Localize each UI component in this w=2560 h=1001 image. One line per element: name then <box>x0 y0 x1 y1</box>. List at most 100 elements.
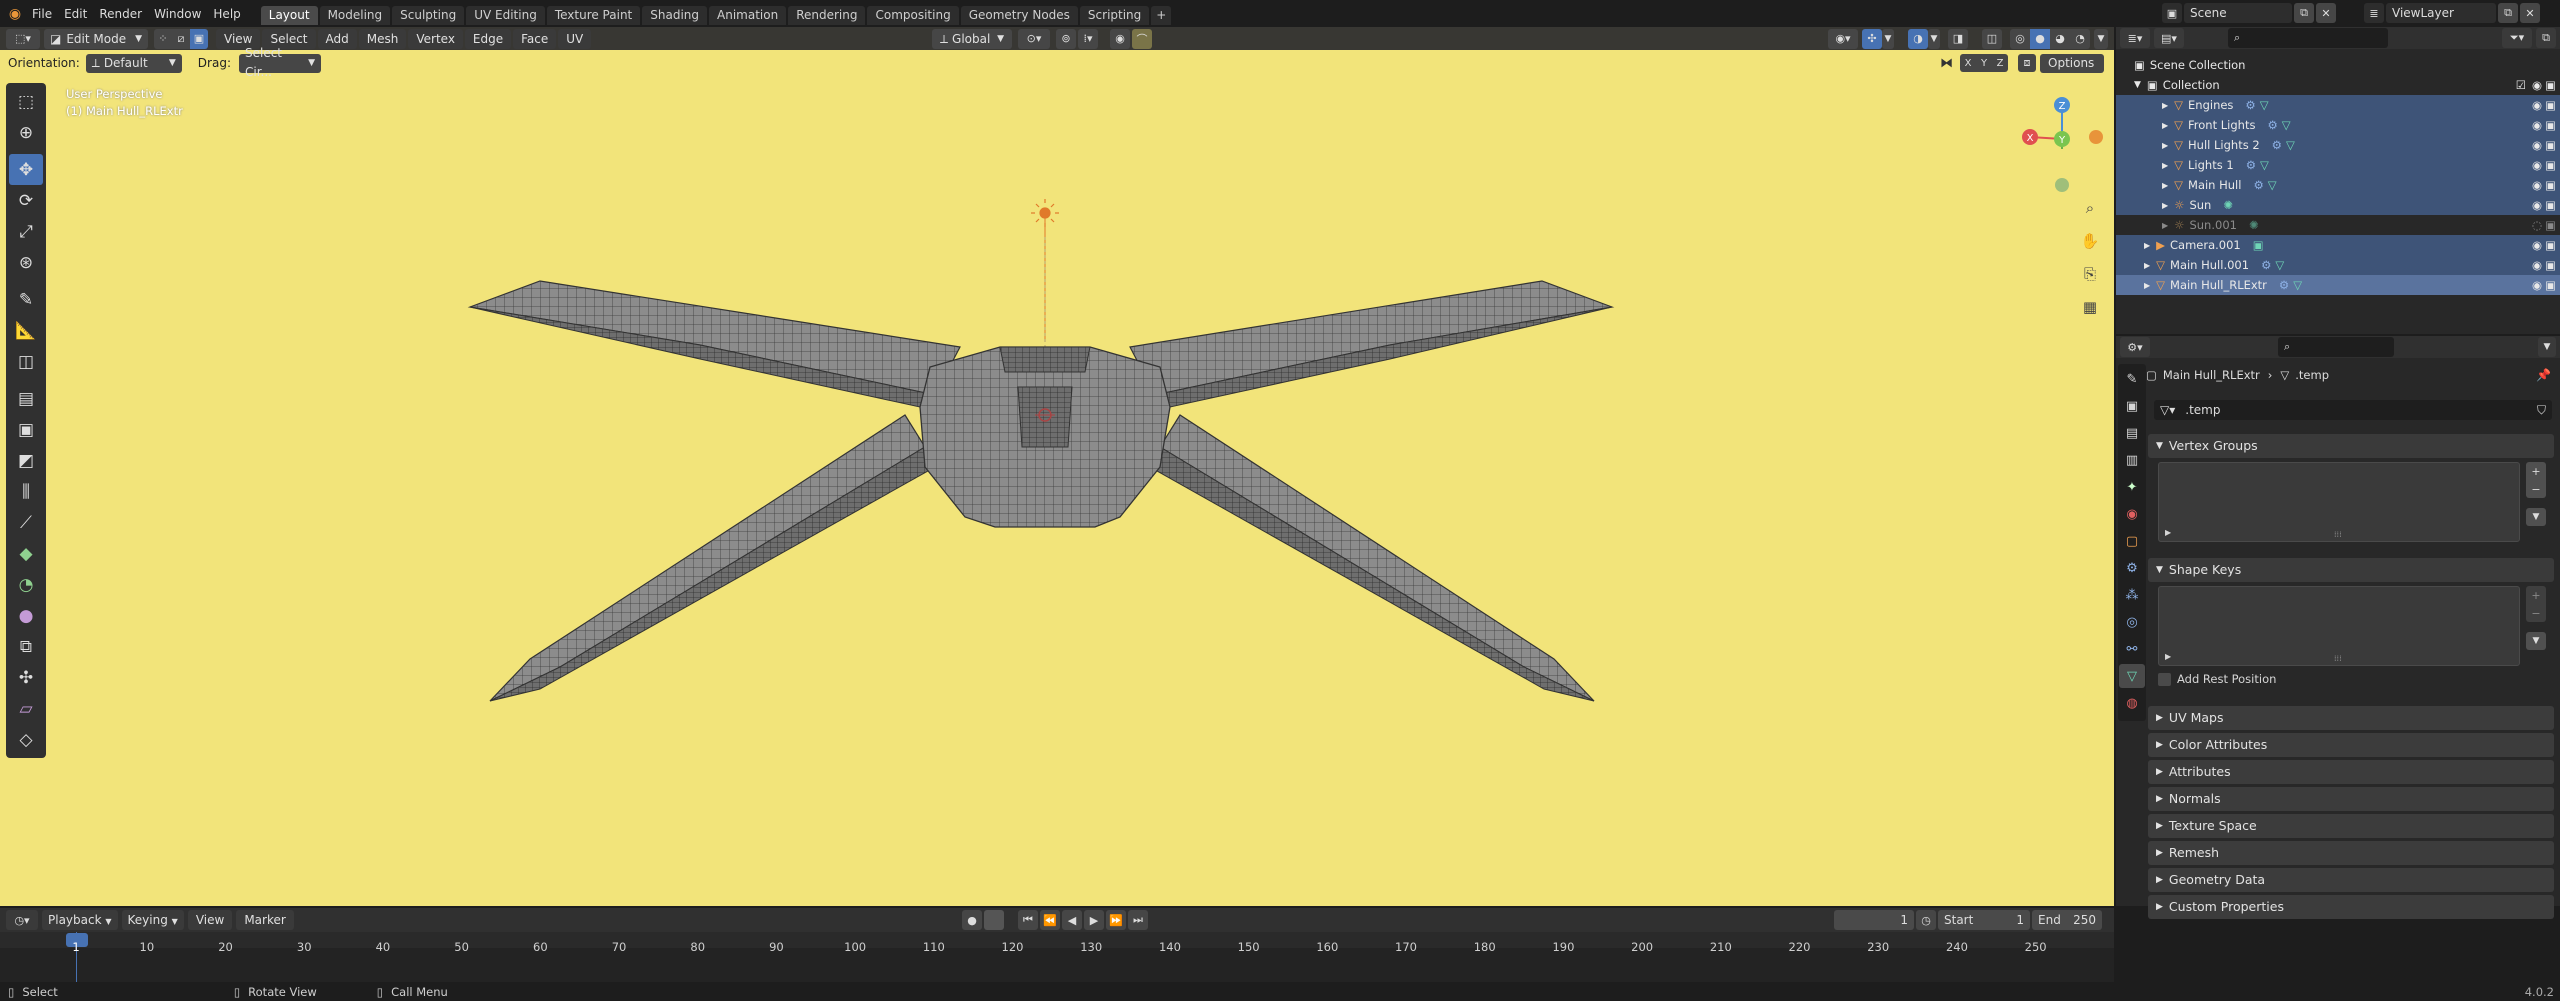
eye-icon[interactable]: ◉ <box>2532 258 2542 272</box>
view-layer-icon[interactable]: ≣ <box>2364 3 2384 23</box>
delete-scene-icon[interactable]: ✕ <box>2316 3 2336 23</box>
camera-render-icon[interactable]: ▣ <box>2545 278 2556 292</box>
blender-logo-icon[interactable]: ◉ <box>4 6 26 22</box>
camera-render-icon[interactable]: ▣ <box>2545 258 2556 272</box>
remove-vertex-group-button[interactable]: − <box>2526 480 2546 498</box>
panel-attributes[interactable]: ▶ Attributes <box>2148 760 2554 784</box>
eye-icon[interactable]: ◉ <box>2532 198 2542 212</box>
auto-key-dropdown-icon[interactable] <box>984 910 1004 930</box>
datablock-field[interactable]: ▽▾ .temp ⛉ <box>2154 400 2552 420</box>
play-icon[interactable]: ▶ <box>1084 910 1104 930</box>
panel-texture-space[interactable]: ▶ Texture Space <box>2148 814 2554 838</box>
menu-window[interactable]: Window <box>148 5 207 23</box>
outliner-item-main-hull[interactable]: ▶ ▽ Main Hull ⚙ ▽ ◉ ▣ <box>2116 175 2560 195</box>
expand-arrow-icon[interactable]: ▼ <box>2134 80 2141 90</box>
record-icon[interactable]: ● <box>962 910 982 930</box>
mesh-model[interactable] <box>0 27 2114 906</box>
eye-icon[interactable]: ◉ <box>2532 178 2542 192</box>
panel-geometry-data[interactable]: ▶ Geometry Data <box>2148 868 2554 892</box>
camera-render-icon[interactable]: ▣ <box>2545 238 2556 252</box>
camera-render-icon[interactable]: ▣ <box>2545 178 2556 192</box>
tab-layout[interactable]: Layout <box>260 6 318 25</box>
preview-range-icon[interactable]: ◷ <box>1916 910 1936 930</box>
properties-editor-type-icon[interactable]: ⚙▾ <box>2120 337 2150 357</box>
scene-icon[interactable]: ▣ <box>2162 3 2182 23</box>
zoom-icon[interactable]: ⌕ <box>2078 199 2102 223</box>
options-chevron-icon[interactable]: ▼ <box>2538 337 2556 357</box>
navigation-gizmo[interactable]: Z X Y <box>2016 87 2104 197</box>
3d-viewport[interactable]: ⬚▾ ◪ Edit Mode ▼ ⁘ ⧄ ▣ View Select Add M… <box>0 27 2114 906</box>
play-reverse-icon[interactable]: ◀ <box>1062 910 1082 930</box>
scene-field[interactable]: Scene <box>2184 3 2292 23</box>
panel-uv-maps[interactable]: ▶ UV Maps <box>2148 706 2554 730</box>
menu-keying[interactable]: Keying ▼ <box>121 910 184 930</box>
resize-grip-icon[interactable]: ⁞⁞⁞ <box>2334 530 2342 539</box>
eye-closed-icon[interactable]: ◌ <box>2532 218 2542 232</box>
outliner-editor-type-icon[interactable]: ≣▾ <box>2120 28 2150 48</box>
expand-arrow-icon[interactable]: ▶ <box>2144 241 2150 250</box>
pan-hand-icon[interactable]: ✋ <box>2078 232 2102 256</box>
camera-view-icon[interactable]: ⎘ <box>2078 265 2102 289</box>
next-keyframe-icon[interactable]: ⏩ <box>1106 910 1126 930</box>
add-rest-position-checkbox[interactable] <box>2158 672 2171 686</box>
tab-shading[interactable]: Shading <box>642 6 707 25</box>
expand-arrow-icon[interactable]: ▶ <box>2144 261 2150 270</box>
menu-file[interactable]: File <box>26 5 58 23</box>
eye-icon[interactable]: ◉ <box>2532 98 2542 112</box>
eye-icon[interactable]: ◉ <box>2532 278 2542 292</box>
menu-marker[interactable]: Marker <box>236 910 294 930</box>
render-tab-icon[interactable]: ▣ <box>2119 394 2145 418</box>
panel-normals[interactable]: ▶ Normals <box>2148 787 2554 811</box>
new-view-layer-icon[interactable]: ⧉ <box>2498 3 2518 23</box>
new-scene-icon[interactable]: ⧉ <box>2294 3 2314 23</box>
tab-compositing[interactable]: Compositing <box>867 6 959 25</box>
camera-render-icon[interactable]: ▣ <box>2545 118 2556 132</box>
eye-icon[interactable]: ◉ <box>2532 118 2542 132</box>
eye-icon[interactable]: ◉ <box>2532 78 2542 92</box>
expand-arrow-icon[interactable]: ▶ <box>2162 101 2168 110</box>
outliner-item-front-lights[interactable]: ▶ ▽ Front Lights ⚙ ▽ ◉ ▣ <box>2116 115 2560 135</box>
jump-end-icon[interactable]: ⏭ <box>1128 910 1148 930</box>
outliner-scene-collection[interactable]: ▣ Scene Collection <box>2116 55 2560 75</box>
vertex-groups-list[interactable]: ▶ ⁞⁞⁞ <box>2158 462 2520 542</box>
ortho-grid-icon[interactable]: ▦ <box>2078 298 2102 322</box>
tab-geometry-nodes[interactable]: Geometry Nodes <box>960 6 1078 25</box>
outliner-item-lights-1[interactable]: ▶ ▽ Lights 1 ⚙ ▽ ◉ ▣ <box>2116 155 2560 175</box>
expand-arrow-icon[interactable]: ▶ <box>2162 161 2168 170</box>
outliner-search-input[interactable]: ⌕ <box>2228 28 2388 48</box>
jump-start-icon[interactable]: ⏮ <box>1018 910 1038 930</box>
expand-arrow-icon[interactable]: ▶ <box>2162 141 2168 150</box>
expand-arrow-icon[interactable]: ▶ <box>2144 281 2150 290</box>
camera-render-icon[interactable]: ▣ <box>2545 198 2556 212</box>
panel-remesh[interactable]: ▶ Remesh <box>2148 841 2554 865</box>
fake-user-icon[interactable]: ⛉ <box>2537 400 2546 420</box>
current-frame-field[interactable]: 1 <box>1834 910 1914 930</box>
outliner-item-hull-lights-2[interactable]: ▶ ▽ Hull Lights 2 ⚙ ▽ ◉ ▣ <box>2116 135 2560 155</box>
panel-shape-keys[interactable]: ▼ Shape Keys <box>2148 558 2554 582</box>
vertex-group-specials-icon[interactable]: ▼ <box>2526 508 2546 526</box>
panel-color-attributes[interactable]: ▶ Color Attributes <box>2148 733 2554 757</box>
timeline-editor-type-icon[interactable]: ◷▾ <box>6 910 38 930</box>
expand-arrow-icon[interactable]: ▶ <box>2162 201 2168 210</box>
tab-texture-paint[interactable]: Texture Paint <box>546 6 641 25</box>
shape-keys-list[interactable]: ▶ ⁞⁞⁞ <box>2158 586 2520 666</box>
add-vertex-group-button[interactable]: + <box>2526 462 2546 480</box>
eye-icon[interactable]: ◉ <box>2532 158 2542 172</box>
outliner-item-main-hull-rlextr[interactable]: ▶ ▽ Main Hull_RLExtr ⚙ ▽ ◉ ▣ <box>2116 275 2560 295</box>
add-workspace-button[interactable]: + <box>1151 6 1172 25</box>
prev-keyframe-icon[interactable]: ⏪ <box>1040 910 1060 930</box>
outliner-item-sun[interactable]: ▶ ☼ Sun ✺ ◉ ▣ <box>2116 195 2560 215</box>
expand-arrow-icon[interactable]: ▶ <box>2162 121 2168 130</box>
menu-playback[interactable]: Playback ▼ <box>42 910 118 930</box>
tool-tab-icon[interactable]: ✎ <box>2119 367 2145 391</box>
camera-render-icon[interactable]: ▣ <box>2545 218 2556 232</box>
filter-icon[interactable]: ⏷▾ <box>2502 28 2532 48</box>
pin-icon[interactable]: 📌 <box>2536 368 2551 382</box>
resize-grip-icon[interactable]: ⁞⁞⁞ <box>2334 654 2342 663</box>
view-layer-field[interactable]: ViewLayer <box>2386 3 2496 23</box>
delete-view-layer-icon[interactable]: ✕ <box>2520 3 2540 23</box>
outliner-item-main-hull-001[interactable]: ▶ ▽ Main Hull.001 ⚙ ▽ ◉ ▣ <box>2116 255 2560 275</box>
menu-help[interactable]: Help <box>207 5 246 23</box>
menu-edit[interactable]: Edit <box>58 5 93 23</box>
eye-icon[interactable]: ◉ <box>2532 138 2542 152</box>
